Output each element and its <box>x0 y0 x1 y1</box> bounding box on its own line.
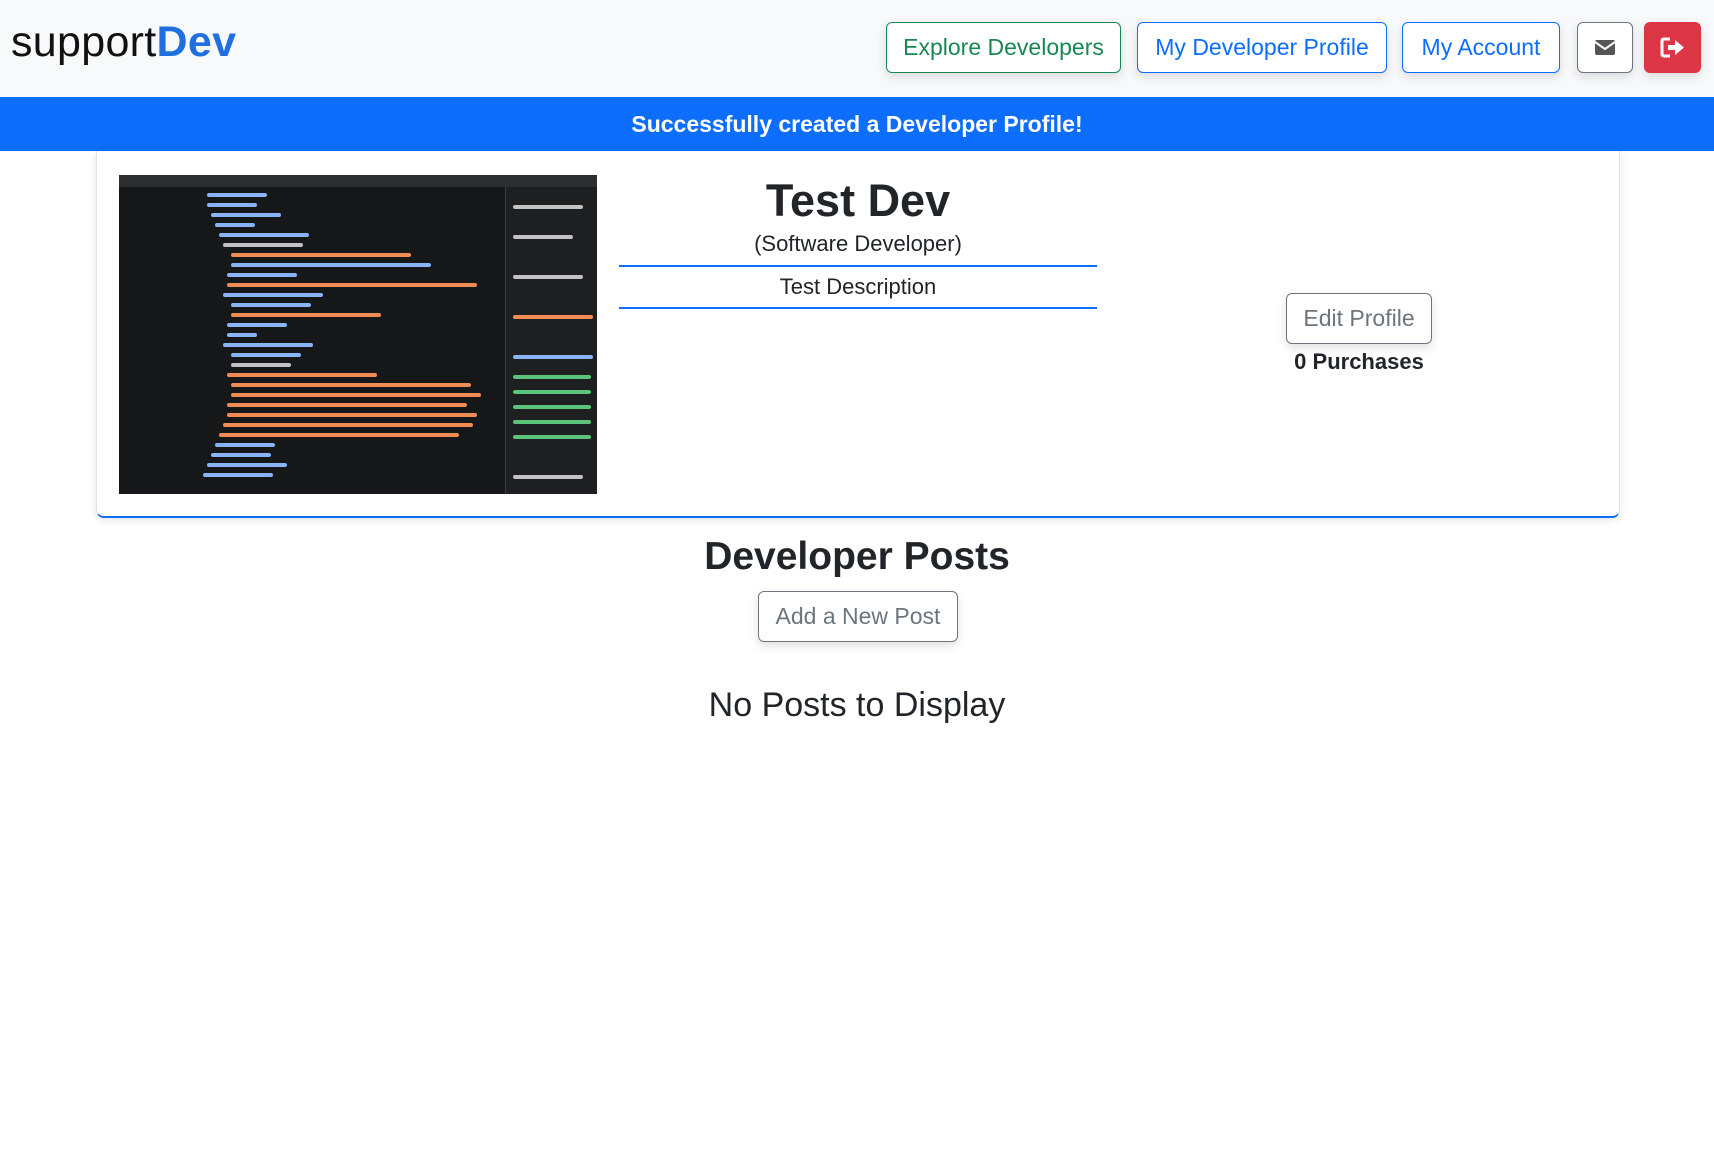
image-code-line <box>215 443 275 447</box>
logout-button[interactable] <box>1644 22 1701 73</box>
messages-button[interactable] <box>1577 22 1633 73</box>
image-code-line <box>227 413 477 417</box>
profile-info: Test Dev (Software Developer) Test Descr… <box>619 173 1097 309</box>
image-code-line <box>513 275 583 279</box>
my-developer-profile-button[interactable]: My Developer Profile <box>1137 22 1387 73</box>
edit-profile-button[interactable]: Edit Profile <box>1286 293 1432 344</box>
image-code-line <box>219 233 309 237</box>
image-code-line <box>513 375 591 379</box>
developer-profile-card: Test Dev (Software Developer) Test Descr… <box>96 151 1620 518</box>
brand-part-dev: Dev <box>156 18 237 66</box>
developer-name: Test Dev <box>765 175 951 226</box>
image-code-line <box>227 373 377 377</box>
explore-developers-button[interactable]: Explore Developers <box>886 22 1121 73</box>
image-code-line <box>231 393 481 397</box>
image-code-line <box>207 203 257 207</box>
image-code-line <box>513 315 593 319</box>
image-code-line <box>231 313 381 317</box>
image-code-line <box>231 353 301 357</box>
divider <box>619 307 1097 309</box>
no-posts-message: No Posts to Display <box>708 686 1006 724</box>
image-code-line <box>227 333 257 337</box>
image-code-line <box>513 205 583 209</box>
purchases-count: 0 Purchases <box>1294 349 1424 374</box>
image-code-line <box>231 253 411 257</box>
image-code-line <box>211 213 281 217</box>
image-code-line <box>231 383 471 387</box>
developer-posts-heading: Developer Posts <box>704 535 1010 578</box>
image-code-line <box>227 273 297 277</box>
image-code-line <box>223 243 303 247</box>
image-code-line <box>231 263 431 267</box>
image-code-line <box>219 433 459 437</box>
image-code-line <box>231 363 291 367</box>
sign-out-icon <box>1660 37 1684 58</box>
image-code-line <box>223 343 313 347</box>
my-account-button[interactable]: My Account <box>1402 22 1560 73</box>
image-code-line <box>207 463 287 467</box>
image-code-line <box>207 193 267 197</box>
image-code-line <box>513 405 591 409</box>
image-code-line <box>513 420 591 424</box>
image-code-line <box>215 223 255 227</box>
profile-image <box>119 175 597 494</box>
image-code-line <box>227 283 477 287</box>
image-code-line <box>513 435 591 439</box>
image-code-line <box>231 303 311 307</box>
image-code-line <box>223 293 323 297</box>
developer-role: (Software Developer) <box>754 231 962 256</box>
image-code-line <box>223 423 473 427</box>
image-code-line <box>203 473 273 477</box>
image-code-line <box>211 453 271 457</box>
envelope-icon <box>1594 40 1616 55</box>
image-devtools-tabs <box>119 175 597 187</box>
image-styles-panel <box>505 187 597 494</box>
image-code-line <box>227 323 287 327</box>
brand-part-support: support <box>11 18 157 66</box>
success-alert: Successfully created a Developer Profile… <box>0 97 1714 151</box>
image-code-line <box>227 403 467 407</box>
developer-description: Test Description <box>779 274 937 299</box>
brand-logo[interactable]: supportDev <box>11 14 236 70</box>
image-code-line <box>513 355 593 359</box>
image-code-line <box>513 235 573 239</box>
image-code-line <box>513 390 591 394</box>
top-navbar: supportDev Explore Developers My Develop… <box>0 0 1714 97</box>
add-new-post-button[interactable]: Add a New Post <box>758 591 958 642</box>
image-code-line <box>513 475 583 479</box>
